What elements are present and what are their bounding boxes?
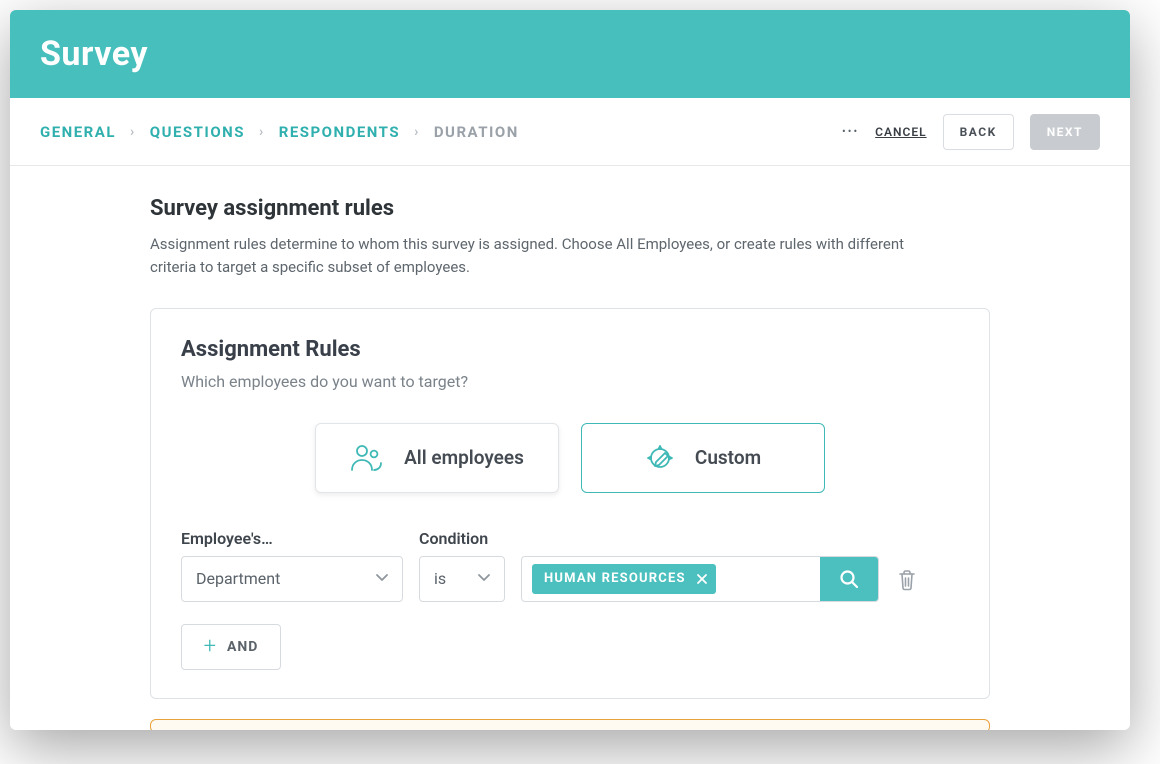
option-custom[interactable]: Custom <box>581 423 825 493</box>
value-multiselect[interactable]: HUMAN RESOURCES <box>521 556 879 602</box>
value-search-button[interactable] <box>820 556 878 602</box>
app-title: Survey <box>40 34 148 74</box>
and-label: AND <box>227 639 258 655</box>
main-content: Survey assignment rules Assignment rules… <box>10 166 1130 730</box>
breadcrumb: GENERAL › QUESTIONS › RESPONDENTS › DURA… <box>40 123 519 141</box>
crumb-questions[interactable]: QUESTIONS <box>150 123 245 141</box>
condition-select[interactable]: is <box>419 556 505 602</box>
app-window: Survey GENERAL › QUESTIONS › RESPONDENTS… <box>10 10 1130 730</box>
close-icon <box>696 573 708 585</box>
chevron-right-icon: › <box>259 124 265 140</box>
chevron-down-icon <box>476 569 492 589</box>
title-bar: Survey <box>10 10 1130 98</box>
page-description: Assignment rules determine to whom this … <box>150 233 910 280</box>
crumb-duration: DURATION <box>434 123 519 141</box>
custom-icon <box>645 443 675 473</box>
add-and-rule-button[interactable]: + AND <box>181 624 281 670</box>
chevron-down-icon <box>374 569 390 589</box>
attribute-select-value: Department <box>196 569 280 588</box>
chevron-right-icon: › <box>130 124 136 140</box>
option-all-employees[interactable]: All employees <box>315 423 559 493</box>
back-button[interactable]: BACK <box>943 114 1014 150</box>
assignment-rules-card: Assignment Rules Which employees do you … <box>150 308 990 699</box>
field-condition: Condition is <box>419 529 505 602</box>
chip-human-resources: HUMAN RESOURCES <box>532 564 716 594</box>
trash-icon <box>897 569 917 591</box>
condition-select-value: is <box>434 569 446 588</box>
alert-card <box>150 719 990 731</box>
people-icon <box>350 443 384 473</box>
crumb-respondents[interactable]: RESPONDENTS <box>279 123 400 141</box>
option-custom-label: Custom <box>695 446 761 469</box>
option-all-label: All employees <box>404 446 524 469</box>
delete-rule-button[interactable] <box>895 568 919 592</box>
chevron-right-icon: › <box>414 124 420 140</box>
chip-label: HUMAN RESOURCES <box>544 571 686 586</box>
crumb-general[interactable]: GENERAL <box>40 123 116 141</box>
search-icon <box>838 568 860 590</box>
more-menu-button[interactable]: ••• <box>842 125 859 138</box>
cancel-link[interactable]: CANCEL <box>875 125 926 139</box>
target-options: All employees Custom <box>181 423 959 493</box>
field-label-attribute: Employee's… <box>181 529 403 548</box>
field-value: . HUMAN RESOURCES <box>521 529 879 602</box>
page-title: Survey assignment rules <box>150 196 990 221</box>
rule-row: Employee's… Department Condition is <box>181 529 959 602</box>
header-actions: ••• CANCEL BACK NEXT <box>842 114 1100 150</box>
attribute-select[interactable]: Department <box>181 556 403 602</box>
next-button: NEXT <box>1030 114 1100 150</box>
card-subtitle: Which employees do you want to target? <box>181 372 959 391</box>
chips-area[interactable]: HUMAN RESOURCES <box>522 564 820 594</box>
sub-header: GENERAL › QUESTIONS › RESPONDENTS › DURA… <box>10 98 1130 166</box>
field-employee-attribute: Employee's… Department <box>181 529 403 602</box>
chip-remove-button[interactable] <box>696 573 708 585</box>
field-label-condition: Condition <box>419 529 505 548</box>
card-title: Assignment Rules <box>181 337 959 362</box>
plus-icon: + <box>204 636 217 658</box>
